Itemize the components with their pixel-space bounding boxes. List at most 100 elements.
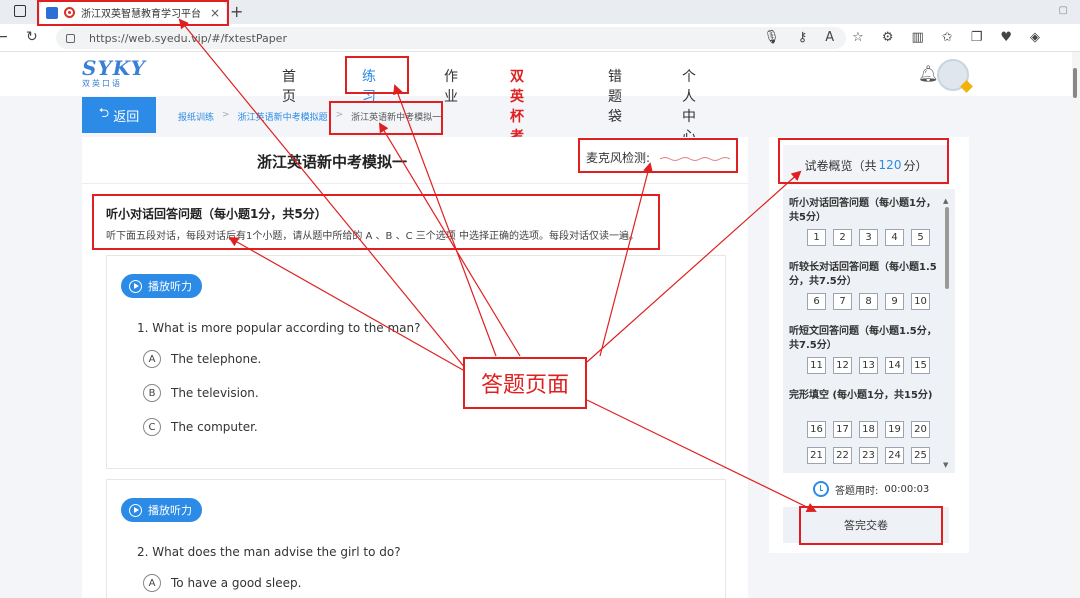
overview-section-title: 听小对话回答问题（每小题1分，共5分） [789, 198, 936, 223]
nav-user-center[interactable]: 个人中心 [682, 66, 696, 146]
nav-home[interactable]: 首页 [282, 66, 296, 106]
collections-icon[interactable]: ❐ [971, 30, 983, 45]
split-screen-icon[interactable]: ▥ [911, 30, 923, 45]
question-number-button[interactable]: 18 [859, 421, 878, 438]
back-button[interactable]: ⮌ 返回 [82, 97, 156, 133]
question-number-button[interactable]: 2 [833, 229, 852, 246]
scroll-down-icon[interactable]: ▼ [943, 461, 948, 469]
play-audio-button[interactable]: 播放听力 [121, 498, 202, 522]
refresh-icon[interactable]: ↻ [26, 29, 38, 45]
nav-active-indicator [356, 92, 396, 94]
url-input[interactable]: https://web.syedu.vip/#/fxtestPaper [56, 27, 846, 49]
question-number-button[interactable]: 20 [911, 421, 930, 438]
option-a[interactable]: A The telephone. [143, 350, 261, 368]
favorite-star-icon[interactable]: ☆ [852, 30, 864, 45]
copilot-icon[interactable]: ◈ [1030, 30, 1040, 45]
sidebar-toggle-icon[interactable] [14, 5, 26, 17]
question-card: 播放听力 2. What does the man advise the gir… [106, 479, 726, 598]
overview-head-prefix: 试卷概览（共 [804, 158, 877, 173]
question-text: 1. What is more popular according to the… [137, 321, 421, 335]
read-aloud-icon[interactable]: A [825, 30, 834, 45]
breadcrumb-item[interactable]: 浙江英语新中考模拟题 [238, 110, 328, 123]
overview-section-title: 听短文回答问题（每小题1.5分，共7.5分） [789, 326, 937, 351]
overview-section-title: 完形填空 (每小题1分，共15分) [789, 390, 933, 401]
question-number-button[interactable]: 23 [859, 447, 878, 464]
overview-number-row: 6 7 8 9 10 [807, 293, 930, 310]
mic-check: 麦克风检测: [586, 149, 730, 166]
question-number-button[interactable]: 17 [833, 421, 852, 438]
extensions-icon[interactable]: ⚙ [882, 30, 894, 45]
play-icon [129, 279, 142, 293]
browser-toolbar: 🎙 ⚷ A ☆ ⚙ ▥ ✩ ❐ ♥ ◈ [763, 30, 1040, 45]
scroll-thumb[interactable] [945, 207, 949, 289]
overview-scrollbar[interactable]: ▲ ▼ [943, 197, 951, 469]
question-number-button[interactable]: 6 [807, 293, 826, 310]
favorites-icon[interactable]: ✩ [942, 30, 953, 45]
breadcrumb: 报纸训练 > 浙江英语新中考模拟题 > 浙江英语新中考模拟一 [178, 110, 441, 123]
page-scrollbar[interactable] [1072, 52, 1078, 598]
question-number-button[interactable]: 1 [807, 229, 826, 246]
new-tab-icon[interactable]: + [230, 2, 243, 21]
breadcrumb-item[interactable]: 报纸训练 [178, 110, 214, 123]
question-number-button[interactable]: 11 [807, 357, 826, 374]
question-number-button[interactable]: 24 [885, 447, 904, 464]
avatar[interactable] [937, 59, 969, 91]
breadcrumb-current: 浙江英语新中考模拟一 [351, 113, 442, 123]
question-number-button[interactable]: 21 [807, 447, 826, 464]
tab-close-icon[interactable]: × [210, 6, 220, 20]
window-restore-icon[interactable]: ▢ [1059, 5, 1068, 16]
option-text: To have a good sleep. [171, 576, 302, 590]
nav-homework[interactable]: 作业 [444, 66, 458, 106]
question-number-button[interactable]: 14 [885, 357, 904, 374]
question-number-button[interactable]: 22 [833, 447, 852, 464]
address-bar: ← ↻ https://web.syedu.vip/#/fxtestPaper … [0, 24, 1080, 52]
option-text: The telephone. [171, 352, 262, 366]
site-info-icon[interactable] [66, 33, 75, 43]
option-text: The computer. [171, 420, 258, 434]
question-number-button[interactable]: 10 [911, 293, 930, 310]
clock-icon [813, 481, 829, 497]
option-letter: C [143, 418, 161, 436]
option-letter: B [143, 384, 161, 402]
question-number-button[interactable]: 9 [885, 293, 904, 310]
paper-title: 浙江英语新中考模拟一 [256, 153, 407, 171]
annotation-callout: 答题页面 [463, 357, 587, 409]
site-favicon-icon [46, 6, 58, 19]
question-number-button[interactable]: 8 [859, 293, 878, 310]
performance-icon[interactable]: ♥ [1000, 30, 1012, 45]
breadcrumb-separator: > [335, 110, 344, 120]
submit-paper-button[interactable]: 答完交卷 [783, 507, 949, 543]
question-number-button[interactable]: 15 [911, 357, 930, 374]
question-number-button[interactable]: 12 [833, 357, 852, 374]
notification-bell-icon[interactable]: 🔔︎ [918, 64, 938, 83]
play-audio-button[interactable]: 播放听力 [121, 274, 202, 298]
option-c[interactable]: C The computer. [143, 418, 258, 436]
question-number-button[interactable]: 19 [885, 421, 904, 438]
question-number-button[interactable]: 7 [833, 293, 852, 310]
option-a[interactable]: A To have a good sleep. [143, 574, 301, 592]
option-b[interactable]: B The television. [143, 384, 259, 402]
question-number-button[interactable]: 4 [885, 229, 904, 246]
nav-wrong-questions[interactable]: 错题袋 [608, 66, 622, 126]
question-number-button[interactable]: 3 [859, 229, 878, 246]
question-number-button[interactable]: 5 [911, 229, 930, 246]
page-scroll-thumb[interactable] [1073, 68, 1077, 98]
browser-tab[interactable]: 浙江双英智慧教育学习平台 × [40, 1, 226, 24]
nav-practice[interactable]: 练习 [362, 66, 376, 106]
question-number-button[interactable]: 16 [807, 421, 826, 438]
mic-icon[interactable]: 🎙 [763, 30, 780, 45]
question-number-button[interactable]: 25 [911, 447, 930, 464]
overview-number-row: 16 17 18 19 20 [807, 421, 930, 438]
key-icon[interactable]: ⚷ [798, 30, 808, 45]
site-logo[interactable]: SYKY 双英口语 [82, 56, 145, 89]
scroll-up-icon[interactable]: ▲ [943, 197, 948, 205]
recording-icon [64, 7, 75, 18]
overview-header: 试卷概览（共 120 分） [783, 145, 949, 185]
back-arrow-icon[interactable]: ← [0, 29, 8, 45]
overview-number-row: 21 22 23 24 25 [807, 447, 930, 464]
tab-title: 浙江双英智慧教育学习平台 [81, 9, 201, 20]
question-number-button[interactable]: 13 [859, 357, 878, 374]
overview-head-suffix: 分） [903, 158, 928, 173]
section-description: 听下面五段对话，每段对话后有1个小题，请从题中所给的 A 、B 、C 三个选项 … [106, 231, 639, 242]
site-header: SYKY 双英口语 首页 练习 作业 双英杯考试 错题袋 个人中心 🔔︎ [0, 52, 1072, 165]
